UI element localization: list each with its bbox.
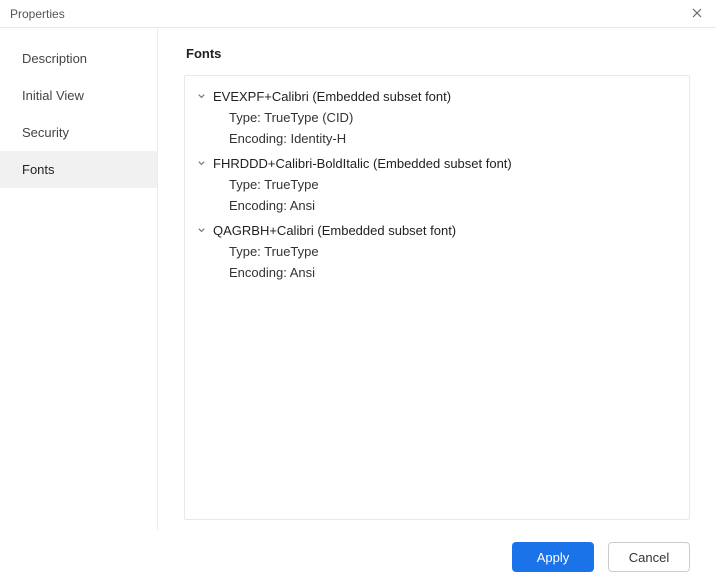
font-entry: QAGRBH+Calibri (Embedded subset font) Ty… xyxy=(189,218,685,285)
titlebar: Properties xyxy=(0,0,716,28)
encoding-label: Encoding: xyxy=(229,198,287,213)
window-title: Properties xyxy=(10,7,688,21)
sidebar-item-label: Description xyxy=(22,51,87,66)
button-label: Apply xyxy=(537,550,570,565)
apply-button[interactable]: Apply xyxy=(512,542,594,572)
font-encoding: Encoding: Ansi xyxy=(229,195,685,216)
type-label: Type: xyxy=(229,177,261,192)
sidebar: Description Initial View Security Fonts xyxy=(0,28,158,530)
sidebar-item-label: Security xyxy=(22,125,69,140)
type-value: TrueType (CID) xyxy=(264,110,353,125)
panel-heading: Fonts xyxy=(184,46,690,61)
encoding-label: Encoding: xyxy=(229,265,287,280)
type-label: Type: xyxy=(229,244,261,259)
encoding-value: Ansi xyxy=(290,265,315,280)
font-entry: FHRDDD+Calibri-BoldItalic (Embedded subs… xyxy=(189,151,685,218)
sidebar-item-label: Initial View xyxy=(22,88,84,103)
font-name: QAGRBH+Calibri (Embedded subset font) xyxy=(213,223,456,238)
font-name: EVEXPF+Calibri (Embedded subset font) xyxy=(213,89,451,104)
font-encoding: Encoding: Ansi xyxy=(229,262,685,283)
sidebar-item-security[interactable]: Security xyxy=(0,114,157,151)
cancel-button[interactable]: Cancel xyxy=(608,542,690,572)
chevron-down-icon xyxy=(195,158,207,170)
close-icon xyxy=(692,7,702,21)
type-label: Type: xyxy=(229,110,261,125)
font-entry: EVEXPF+Calibri (Embedded subset font) Ty… xyxy=(189,84,685,151)
button-label: Cancel xyxy=(629,550,669,565)
sidebar-item-label: Fonts xyxy=(22,162,55,177)
font-type: Type: TrueType (CID) xyxy=(229,107,685,128)
main-panel: Fonts EVEXPF+Calibri (Embedded subset fo… xyxy=(158,28,716,530)
chevron-down-icon xyxy=(195,225,207,237)
encoding-label: Encoding: xyxy=(229,131,287,146)
font-type: Type: TrueType xyxy=(229,174,685,195)
sidebar-item-initial-view[interactable]: Initial View xyxy=(0,77,157,114)
fonts-list: EVEXPF+Calibri (Embedded subset font) Ty… xyxy=(184,75,690,520)
font-type: Type: TrueType xyxy=(229,241,685,262)
font-details: Type: TrueType Encoding: Ansi xyxy=(189,174,685,216)
sidebar-item-description[interactable]: Description xyxy=(0,40,157,77)
font-details: Type: TrueType Encoding: Ansi xyxy=(189,241,685,283)
font-toggle[interactable]: FHRDDD+Calibri-BoldItalic (Embedded subs… xyxy=(189,153,685,174)
footer: Apply Cancel xyxy=(0,530,716,586)
type-value: TrueType xyxy=(264,177,318,192)
dialog-body: Description Initial View Security Fonts … xyxy=(0,28,716,530)
font-details: Type: TrueType (CID) Encoding: Identity-… xyxy=(189,107,685,149)
close-button[interactable] xyxy=(688,5,706,23)
sidebar-item-fonts[interactable]: Fonts xyxy=(0,151,157,188)
font-toggle[interactable]: QAGRBH+Calibri (Embedded subset font) xyxy=(189,220,685,241)
encoding-value: Ansi xyxy=(290,198,315,213)
font-encoding: Encoding: Identity-H xyxy=(229,128,685,149)
type-value: TrueType xyxy=(264,244,318,259)
chevron-down-icon xyxy=(195,91,207,103)
font-name: FHRDDD+Calibri-BoldItalic (Embedded subs… xyxy=(213,156,512,171)
font-toggle[interactable]: EVEXPF+Calibri (Embedded subset font) xyxy=(189,86,685,107)
encoding-value: Identity-H xyxy=(290,131,346,146)
